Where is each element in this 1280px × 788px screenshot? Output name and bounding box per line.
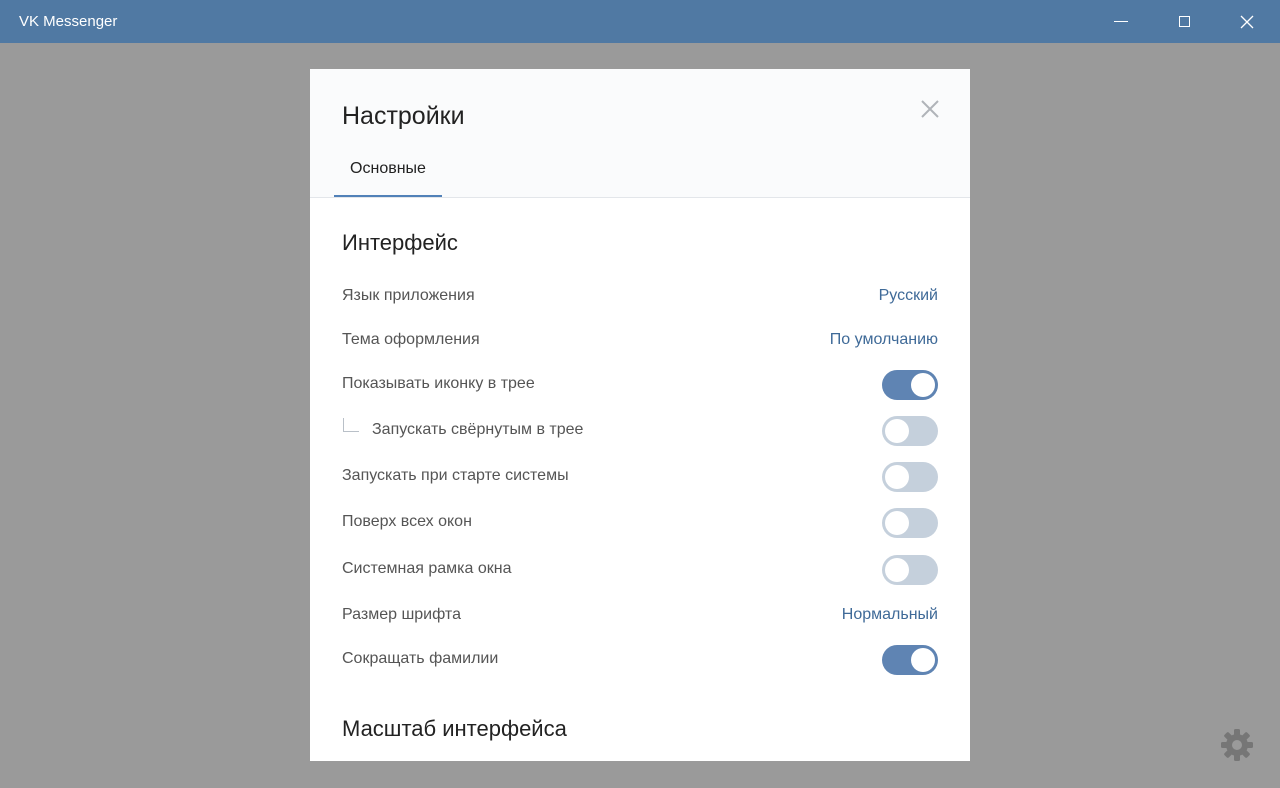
setting-row-shorten-surnames: Сокращать фамилии xyxy=(342,645,938,675)
system-frame-toggle[interactable] xyxy=(882,555,938,585)
setting-label: Показывать иконку в трее xyxy=(342,375,535,392)
theme-selector[interactable]: По умолчанию xyxy=(830,331,938,349)
setting-row-start-minimized: Запускать свёрнутым в трее xyxy=(342,416,938,446)
tab-active-indicator xyxy=(334,195,442,197)
gear-icon[interactable] xyxy=(1219,727,1255,763)
setting-label: Тема оформления xyxy=(342,331,480,348)
setting-row-always-on-top: Поверх всех окон xyxy=(342,508,938,538)
toggle-knob xyxy=(885,465,909,489)
tab-label: Основные xyxy=(350,160,426,177)
section-title-interface: Интерфейс xyxy=(342,230,458,255)
toggle-knob xyxy=(911,373,935,397)
toggle-knob xyxy=(885,419,909,443)
setting-label: Сокращать фамилии xyxy=(342,650,499,667)
setting-row-system-frame: Системная рамка окна xyxy=(342,555,938,585)
toggle-knob xyxy=(885,558,909,582)
setting-row-autostart: Запускать при старте системы xyxy=(342,462,938,492)
section-title-scale: Масштаб интерфейса xyxy=(342,716,567,741)
app-title: VK Messenger xyxy=(19,13,118,30)
shorten-surnames-toggle[interactable] xyxy=(882,645,938,675)
setting-label: Поверх всех окон xyxy=(342,513,472,530)
minimize-button[interactable] xyxy=(1098,0,1144,43)
title-bar: VK Messenger xyxy=(0,0,1280,43)
setting-label: Запускать при старте системы xyxy=(342,467,569,484)
toggle-knob xyxy=(911,648,935,672)
maximize-button[interactable] xyxy=(1161,0,1207,43)
maximize-icon xyxy=(1178,16,1190,27)
always-on-top-toggle[interactable] xyxy=(882,508,938,538)
window-close-icon xyxy=(1240,15,1254,28)
modal-title: Настройки xyxy=(342,102,465,130)
minimize-icon xyxy=(1114,21,1128,22)
start-minimized-toggle[interactable] xyxy=(882,416,938,446)
autostart-toggle[interactable] xyxy=(882,462,938,492)
tray-icon-toggle[interactable] xyxy=(882,370,938,400)
setting-row-theme: Тема оформления По умолчанию xyxy=(342,326,938,356)
language-selector[interactable]: Русский xyxy=(879,287,938,305)
tab-general[interactable]: Основные xyxy=(334,157,442,197)
setting-label: Размер шрифта xyxy=(342,606,461,623)
setting-row-tray-icon: Показывать иконку в трее xyxy=(342,370,938,400)
toggle-knob xyxy=(885,511,909,535)
setting-row-font-size: Размер шрифта Нормальный xyxy=(342,601,938,631)
setting-label: Язык приложения xyxy=(342,287,475,304)
settings-modal: Настройки Основные Интерфейс Язык прилож… xyxy=(310,69,970,761)
tree-connector xyxy=(343,418,359,432)
close-icon[interactable] xyxy=(917,96,943,122)
setting-label: Системная рамка окна xyxy=(342,560,512,577)
modal-header: Настройки Основные xyxy=(310,69,970,198)
setting-label: Запускать свёрнутым в трее xyxy=(372,421,584,438)
font-size-selector[interactable]: Нормальный xyxy=(842,606,938,624)
setting-row-language: Язык приложения Русский xyxy=(342,282,938,312)
window-close-button[interactable] xyxy=(1224,0,1270,43)
